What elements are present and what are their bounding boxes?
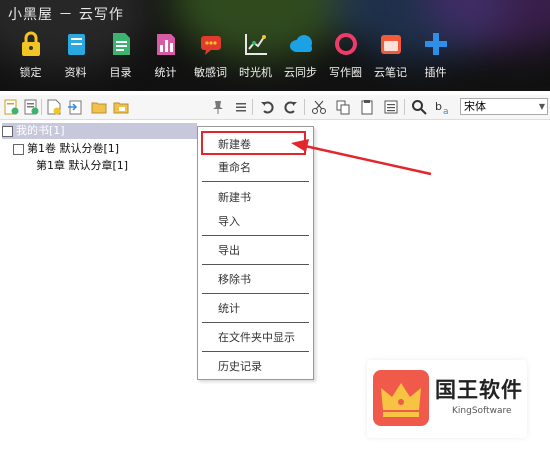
menu-item-export[interactable]: 导出 [218, 242, 240, 258]
edit-toolbar: ba 宋体 ▼ [0, 95, 550, 120]
new-book-icon[interactable] [2, 98, 20, 116]
tree-node-label: 我的书[1] [16, 124, 65, 137]
tree-node-label: 第1章 默认分章[1] [36, 159, 129, 172]
document-icon [107, 30, 135, 58]
pin-icon[interactable] [209, 98, 227, 116]
bar-chart-icon [152, 30, 180, 58]
toolbar-label: 插件 [424, 66, 447, 79]
tree-node-chapter[interactable]: 第1章 默认分章[1] [36, 158, 128, 174]
menu-divider [202, 181, 309, 182]
toolbar-label: 锁定 [19, 66, 42, 79]
plus-icon [422, 30, 450, 58]
cloud-icon [287, 30, 315, 58]
checkbox[interactable] [2, 125, 13, 137]
materials-button[interactable]: 资料 [53, 28, 98, 88]
plugins-button[interactable]: 插件 [413, 28, 458, 88]
main-toolbar: 锁定 资料 目录 统计 敏感词 时光机 云同步 写作圈 云笔记 插件 [8, 28, 458, 88]
notebook-icon [377, 30, 405, 58]
menu-divider [202, 264, 309, 265]
toolbar-label: 云笔记 [374, 66, 407, 79]
undo-icon[interactable] [258, 98, 276, 116]
search-icon[interactable] [410, 98, 428, 116]
sensitive-words-button[interactable]: 敏感词 [188, 28, 233, 88]
menu-item-remove-book[interactable]: 移除书 [218, 271, 251, 287]
app-header: 小黑屋 － 云写作 锁定 资料 目录 统计 敏感词 时光机 云同步 写作圈 云笔… [0, 0, 550, 91]
format-icon[interactable] [382, 98, 400, 116]
menu-divider [202, 235, 309, 236]
catalog-button[interactable]: 目录 [98, 28, 143, 88]
highlight-box [201, 131, 306, 155]
ring-icon [332, 30, 360, 58]
svg-text:b: b [435, 100, 442, 113]
menu-item-import[interactable]: 导入 [218, 213, 240, 229]
speech-bubble-icon [197, 30, 225, 58]
window-title: 小黑屋 － 云写作 [8, 7, 124, 23]
menu-divider [202, 322, 309, 323]
redo-icon[interactable] [282, 98, 300, 116]
tree-node-volume[interactable]: 第1卷 默认分卷[1] [13, 141, 119, 157]
menu-divider [202, 351, 309, 352]
new-chapter-icon[interactable] [45, 98, 63, 116]
writing-circle-button[interactable]: 写作圈 [323, 28, 368, 88]
paste-icon[interactable] [358, 98, 376, 116]
toolbar-label: 写作圈 [329, 66, 362, 79]
list-icon[interactable] [232, 98, 250, 116]
chevron-down-icon[interactable]: ▼ [539, 99, 545, 114]
cloud-sync-button[interactable]: 云同步 [278, 28, 323, 88]
menu-item-new-book[interactable]: 新建书 [218, 189, 251, 205]
folder-icon[interactable] [90, 98, 108, 116]
cloud-notes-button[interactable]: 云笔记 [368, 28, 413, 88]
crown-logo-icon [373, 370, 429, 426]
svg-text:a: a [443, 107, 449, 115]
line-chart-icon [242, 30, 270, 58]
toolbar-label: 资料 [64, 66, 87, 79]
folder-star-icon[interactable] [112, 98, 130, 116]
toolbar-label: 目录 [109, 66, 132, 79]
menu-item-history[interactable]: 历史记录 [218, 358, 262, 374]
time-machine-button[interactable]: 时光机 [233, 28, 278, 88]
checkbox[interactable] [13, 143, 24, 155]
tree-node-label: 第1卷 默认分卷[1] [27, 142, 120, 155]
toolbar-label: 统计 [154, 66, 177, 79]
copy-icon[interactable] [334, 98, 352, 116]
new-volume-icon[interactable] [22, 98, 40, 116]
menu-item-rename[interactable]: 重命名 [218, 159, 251, 175]
context-menu: 新建卷 重命名 新建书 导入 导出 移除书 统计 在文件夹中显示 历史记录 [197, 126, 314, 380]
cut-icon[interactable] [310, 98, 328, 116]
replace-icon[interactable]: ba [434, 98, 452, 116]
font-select-value: 宋体 [464, 100, 486, 113]
toolbar-label: 时光机 [239, 66, 272, 79]
toolbar-label: 云同步 [284, 66, 317, 79]
lock-icon [17, 30, 45, 58]
tree-node-book[interactable]: 我的书[1] [2, 123, 197, 139]
watermark-subtitle: KingSoftware [452, 406, 512, 416]
menu-item-show-in-folder[interactable]: 在文件夹中显示 [218, 329, 295, 345]
menu-item-statistics[interactable]: 统计 [218, 300, 240, 316]
toolbar-label: 敏感词 [194, 66, 227, 79]
watermark: 国王软件 KingSoftware [367, 360, 527, 438]
statistics-button[interactable]: 统计 [143, 28, 188, 88]
font-select[interactable]: 宋体 ▼ [460, 98, 548, 115]
book-icon [62, 30, 90, 58]
lock-button[interactable]: 锁定 [8, 28, 53, 88]
menu-divider [202, 293, 309, 294]
watermark-name: 国王软件 [435, 378, 523, 402]
import-icon[interactable] [66, 98, 84, 116]
book-tree: 我的书[1] 第1卷 默认分卷[1] 第1章 默认分章[1] [0, 121, 210, 458]
